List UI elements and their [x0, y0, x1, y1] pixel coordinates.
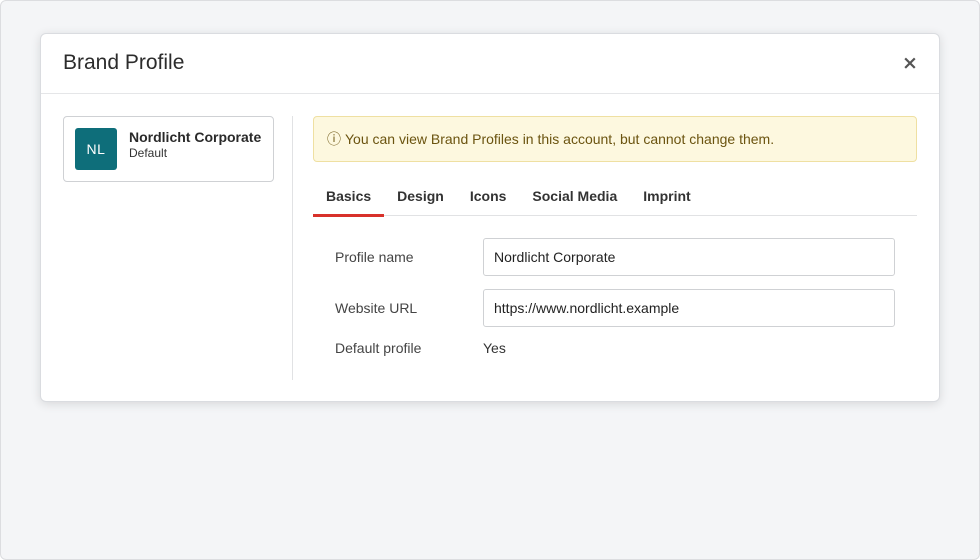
profile-card-subtitle: Default: [129, 146, 168, 160]
close-icon[interactable]: ×: [899, 52, 921, 74]
info-icon: ⓘ: [327, 132, 341, 148]
avatar: NL: [75, 128, 117, 170]
website-url-input[interactable]: [483, 289, 895, 327]
profile-card[interactable]: NL Nordlicht Corporate Default: [63, 116, 274, 182]
profile-content: ⓘ You can view Brand Profiles in this ac…: [313, 116, 917, 358]
form-row-default-profile: Default profile Yes: [335, 338, 917, 358]
basics-form: Profile name Website URL Default profile…: [313, 238, 917, 358]
readonly-alert: ⓘ You can view Brand Profiles in this ac…: [313, 116, 917, 162]
alert-text: You can view Brand Profiles in this acco…: [345, 131, 775, 147]
form-row-profile-name: Profile name: [335, 238, 917, 276]
modal-header: Brand Profile ×: [41, 34, 939, 94]
tab-imprint[interactable]: Imprint: [630, 180, 703, 216]
modal-title: Brand Profile: [63, 51, 185, 74]
tab-social-media[interactable]: Social Media: [519, 180, 630, 216]
tab-icons[interactable]: Icons: [457, 180, 520, 216]
tab-basics[interactable]: Basics: [313, 180, 385, 217]
website-url-label: Website URL: [335, 300, 418, 316]
default-profile-value: Yes: [483, 340, 506, 356]
default-profile-label: Default profile: [335, 340, 422, 356]
profile-card-name: Nordlicht Corporate: [129, 129, 262, 145]
tab-design[interactable]: Design: [384, 180, 457, 216]
profile-name-label: Profile name: [335, 249, 414, 265]
tab-bar: Basics Design Icons Social Media Imprint: [313, 180, 917, 217]
profile-sidebar: NL Nordlicht Corporate Default: [63, 116, 274, 182]
brand-profile-modal: Brand Profile × NL Nordlicht Corporate D…: [40, 33, 940, 402]
vertical-divider: [292, 116, 293, 380]
form-row-website-url: Website URL: [335, 289, 917, 327]
profile-name-input[interactable]: [483, 238, 895, 276]
